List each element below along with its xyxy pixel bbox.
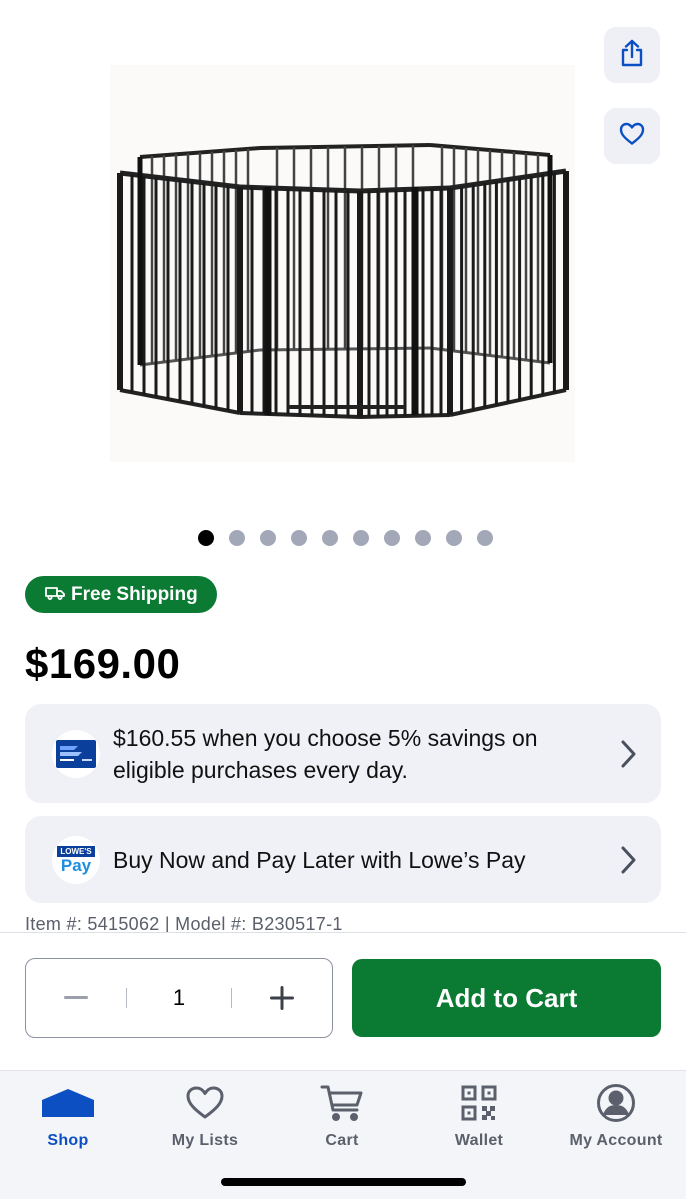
carousel-dot[interactable] <box>383 530 400 546</box>
chevron-right-icon <box>621 740 636 767</box>
carousel-dot[interactable] <box>259 530 276 546</box>
tab-label: Cart <box>325 1132 359 1149</box>
lowes-credit-card-logo <box>52 729 100 778</box>
product-image[interactable] <box>110 65 575 462</box>
tab-label: My Account <box>569 1132 663 1149</box>
lowes-pay-logo-bottom: Pay <box>60 855 92 875</box>
qr-code-icon <box>461 1079 497 1127</box>
sticky-bar-divider <box>0 932 686 933</box>
carousel-dot[interactable] <box>445 530 462 546</box>
carousel-dot[interactable] <box>414 530 431 546</box>
quantity-stepper[interactable]: 1 <box>25 958 333 1038</box>
carousel-dot[interactable] <box>197 530 214 546</box>
decrease-quantity-button[interactable] <box>26 959 126 1037</box>
cart-icon <box>320 1079 364 1127</box>
tab-my-lists[interactable]: My Lists <box>150 1079 260 1150</box>
playpen-illustration <box>117 143 569 419</box>
carousel-dot[interactable] <box>321 530 338 546</box>
favorite-button[interactable] <box>604 108 660 164</box>
home-indicator <box>221 1178 466 1186</box>
home-icon <box>41 1079 95 1127</box>
item-model-number: Item #: 5415062 | Model #: B230517-1 <box>25 914 343 932</box>
lowes-pay-logo: LOWE'S Pay <box>52 835 100 884</box>
carousel-dot[interactable] <box>476 530 493 546</box>
tab-my-account[interactable]: My Account <box>561 1079 671 1150</box>
increase-quantity-button[interactable] <box>232 959 332 1037</box>
heart-icon <box>619 122 645 151</box>
savings-promo-text: $160.55 when you choose 5% savings on el… <box>113 724 538 783</box>
tab-label: Shop <box>47 1132 89 1149</box>
tab-wallet[interactable]: Wallet <box>424 1079 534 1150</box>
quantity-value[interactable]: 1 <box>127 985 231 1011</box>
chevron-right-icon <box>621 846 636 873</box>
add-to-cart-button[interactable]: Add to Cart <box>352 959 661 1037</box>
share-button[interactable] <box>604 27 660 83</box>
lowes-pay-logo-top: LOWE'S <box>57 845 95 857</box>
tab-label: My Lists <box>171 1132 239 1149</box>
plus-icon <box>270 986 294 1010</box>
tab-cart[interactable]: Cart <box>287 1079 397 1150</box>
free-shipping-badge: Free Shipping <box>25 576 217 613</box>
carousel-dot[interactable] <box>352 530 369 546</box>
tab-shop[interactable]: Shop <box>13 1079 123 1150</box>
lowes-pay-promo-text: Buy Now and Pay Later with Lowe’s Pay <box>113 846 526 873</box>
carousel-dot[interactable] <box>290 530 307 546</box>
account-icon <box>596 1079 636 1127</box>
product-price: $169.00 <box>25 640 181 687</box>
heart-icon <box>186 1079 224 1127</box>
image-carousel-dots[interactable] <box>0 530 686 546</box>
share-icon <box>619 38 645 73</box>
tab-label: Wallet <box>454 1132 504 1149</box>
minus-icon <box>64 996 88 999</box>
carousel-dot[interactable] <box>228 530 245 546</box>
lowes-pay-promo-card[interactable]: LOWE'S Pay Buy Now and Pay Later with Lo… <box>25 816 661 903</box>
free-shipping-label: Free Shipping <box>71 583 198 605</box>
truck-icon <box>45 584 65 606</box>
savings-promo-card[interactable]: $160.55 when you choose 5% savings on el… <box>25 704 661 803</box>
